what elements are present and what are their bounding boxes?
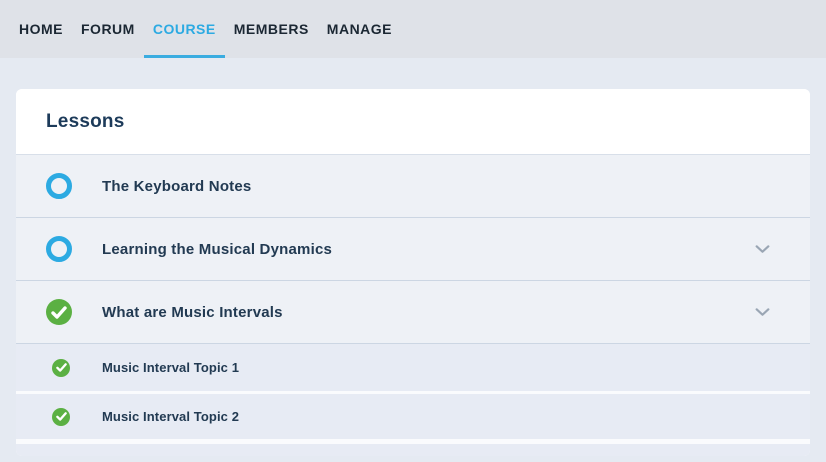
tab-course[interactable]: COURSE	[153, 0, 216, 58]
lessons-panel-header: Lessons	[16, 89, 810, 155]
topic-title: Music Interval Topic 1	[102, 360, 239, 375]
tab-members[interactable]: MEMBERS	[234, 0, 309, 58]
circle-outline-icon	[46, 173, 72, 199]
tab-forum[interactable]: FORUM	[81, 0, 135, 58]
topic-row-music-interval-1[interactable]: Music Interval Topic 1	[16, 344, 810, 394]
page-title: Lessons	[46, 111, 125, 133]
topic-row-partial[interactable]	[16, 444, 810, 456]
topic-row-music-interval-2[interactable]: Music Interval Topic 2	[16, 394, 810, 444]
check-circle-icon	[52, 408, 70, 426]
chevron-down-icon[interactable]	[755, 308, 770, 317]
top-nav: HOME FORUM COURSE MEMBERS MANAGE	[0, 0, 826, 58]
lesson-title: Learning the Musical Dynamics	[102, 241, 332, 258]
chevron-down-icon[interactable]	[755, 245, 770, 254]
topic-title: Music Interval Topic 2	[102, 409, 239, 424]
lesson-row-musical-dynamics[interactable]: Learning the Musical Dynamics	[16, 218, 810, 281]
lesson-title: The Keyboard Notes	[102, 178, 251, 195]
lessons-panel: Lessons The Keyboard Notes Learning the …	[16, 89, 810, 456]
lesson-row-keyboard-notes[interactable]: The Keyboard Notes	[16, 155, 810, 218]
tab-home[interactable]: HOME	[19, 0, 63, 58]
check-circle-icon	[52, 359, 70, 377]
lesson-row-music-intervals[interactable]: What are Music Intervals	[16, 281, 810, 344]
tab-manage[interactable]: MANAGE	[327, 0, 392, 58]
lesson-title: What are Music Intervals	[102, 304, 283, 321]
check-circle-icon	[46, 299, 72, 325]
circle-outline-icon	[46, 236, 72, 262]
